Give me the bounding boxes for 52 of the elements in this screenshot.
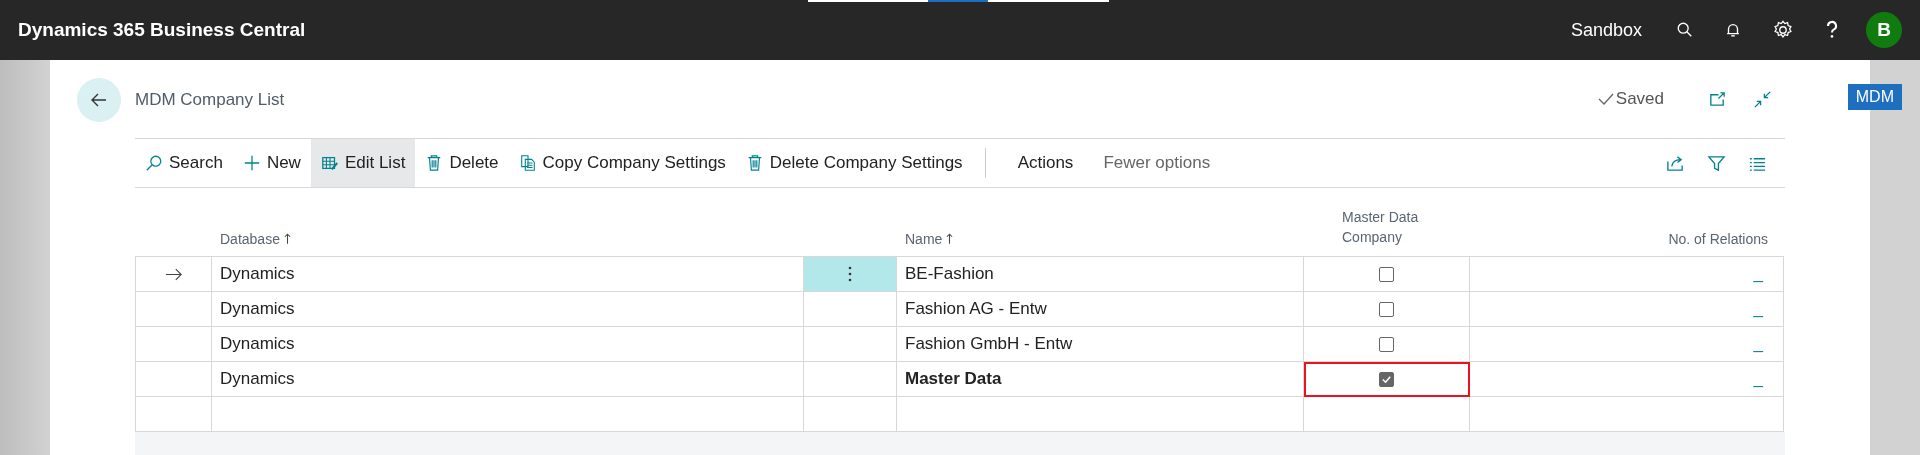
row-menu-cell[interactable] bbox=[804, 362, 897, 397]
collapse-icon[interactable] bbox=[1753, 89, 1772, 109]
back-button[interactable] bbox=[77, 78, 121, 122]
table-cell: Dynamics bbox=[212, 257, 804, 292]
copy-icon bbox=[518, 154, 537, 172]
edit-grid-icon bbox=[320, 154, 339, 172]
filter-icon[interactable] bbox=[1707, 153, 1726, 173]
table-cell: BE-Fashion bbox=[897, 257, 1304, 292]
toolbar-button[interactable]: Edit List bbox=[310, 139, 416, 187]
help-icon[interactable] bbox=[1824, 19, 1840, 41]
check-icon bbox=[1381, 373, 1392, 385]
search-icon[interactable] bbox=[1676, 21, 1694, 39]
column-header[interactable]: Database bbox=[220, 231, 280, 247]
page-title: MDM Company List bbox=[135, 90, 285, 110]
relations-link[interactable]: _ bbox=[1753, 264, 1763, 284]
search-icon bbox=[145, 154, 163, 172]
checkbox[interactable] bbox=[1379, 301, 1394, 317]
toolbar-button[interactable]: Delete bbox=[415, 139, 509, 187]
column-header[interactable]: Name bbox=[905, 231, 943, 247]
toolbar-button[interactable]: New bbox=[232, 139, 311, 187]
checkmark-icon bbox=[1597, 91, 1614, 107]
table-cell: Fashion AG - Entw bbox=[897, 292, 1304, 327]
toolbar-button[interactable]: Copy Company Settings bbox=[508, 139, 736, 187]
table-cell: Dynamics bbox=[212, 292, 804, 327]
user-avatar[interactable]: B bbox=[1866, 12, 1902, 48]
saved-status: Saved bbox=[1615, 89, 1664, 109]
checkbox[interactable] bbox=[1379, 336, 1394, 352]
table-cell: Master Data bbox=[897, 362, 1304, 397]
relations-link[interactable]: _ bbox=[1753, 334, 1763, 354]
column-header[interactable]: No. of Relations bbox=[1668, 231, 1768, 247]
checkbox[interactable] bbox=[1379, 266, 1394, 282]
table-cell: Fashion GmbH - Entw bbox=[897, 327, 1304, 362]
row-menu-cell[interactable] bbox=[804, 257, 897, 292]
checkbox[interactable] bbox=[1379, 371, 1394, 387]
app-title: Dynamics 365 Business Central bbox=[18, 19, 306, 41]
plus-icon bbox=[242, 154, 261, 172]
relations-link[interactable]: _ bbox=[1753, 369, 1763, 389]
fewer-options-button[interactable]: Fewer options bbox=[1093, 139, 1221, 187]
open-new-window-icon[interactable] bbox=[1708, 89, 1727, 109]
row-menu-cell[interactable] bbox=[804, 327, 897, 362]
relations-link[interactable]: _ bbox=[1753, 299, 1763, 319]
current-row-arrow-icon bbox=[164, 267, 183, 281]
table-cell: Dynamics bbox=[212, 362, 804, 397]
column-header[interactable]: Master Data Company bbox=[1342, 207, 1432, 247]
more-options-icon[interactable] bbox=[848, 266, 852, 282]
mdm-badge: MDM bbox=[1847, 84, 1902, 110]
search-button[interactable]: Search bbox=[135, 139, 233, 187]
environment-label: Sandbox bbox=[1570, 19, 1642, 41]
row-menu-cell[interactable] bbox=[804, 292, 897, 327]
table-cell: Dynamics bbox=[212, 327, 804, 362]
toolbar-button[interactable]: Delete Company Settings bbox=[735, 139, 973, 187]
actions-menu[interactable]: Actions bbox=[997, 139, 1094, 187]
